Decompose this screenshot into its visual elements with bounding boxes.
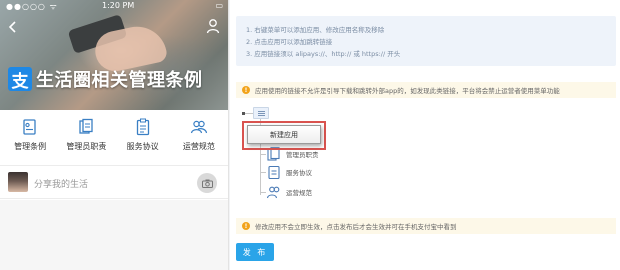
service-agreement-icon xyxy=(268,165,280,180)
phone-preview: ●●○○○ ᯤ 1:20 PM ▭ 支 生活圈相关管理条例 管理条例 管理员职责… xyxy=(0,0,229,270)
tree-node-service-agreement[interactable]: 服务协议 xyxy=(266,164,312,180)
service-agreement-icon xyxy=(136,118,149,136)
back-arrow-icon[interactable] xyxy=(6,20,20,34)
operation-norms-icon xyxy=(190,120,207,134)
admin-duty-icon xyxy=(79,118,94,134)
hero-title-group: 支 生活圈相关管理条例 xyxy=(8,66,203,92)
warning-icon: ! xyxy=(242,222,250,230)
operation-norms-icon xyxy=(266,186,280,199)
menu-item-service-agreement[interactable]: 服务协议 xyxy=(115,112,170,162)
menu-label-admin-duty: 管理员职责 xyxy=(66,142,107,151)
menu-label-rules: 管理条例 xyxy=(14,142,47,151)
camera-button[interactable] xyxy=(197,173,217,193)
tree-node-operation-norms[interactable]: 运营规范 xyxy=(266,184,312,200)
menu-label-service-agreement: 服务协议 xyxy=(126,142,159,151)
tip-line-1: 1. 右键菜单可以添加应用、修改应用名称及移除 xyxy=(246,26,385,34)
share-life-bar[interactable]: 分享我的生活 xyxy=(0,165,228,199)
share-placeholder: 分享我的生活 xyxy=(34,180,89,190)
tree-node-label: 管理员职责 xyxy=(286,151,319,159)
warning-icon: ! xyxy=(242,86,250,94)
rules-icon xyxy=(23,119,36,135)
menu-label-operation-norms: 运营规范 xyxy=(182,142,215,151)
link-policy-notice: ! 应用使用的链接不允许是引导下载和跳转外部app的，如发现此类链接，平台将会禁… xyxy=(236,82,616,98)
menu-item-admin-duty[interactable]: 管理员职责 xyxy=(59,112,114,162)
hero-title: 生活圈相关管理条例 xyxy=(36,70,203,91)
tree-node-label: 服务协议 xyxy=(286,169,312,177)
phone-empty-area xyxy=(0,200,228,270)
menu-item-operation-norms[interactable]: 运营规范 xyxy=(171,112,226,162)
battery-icon: ▭ xyxy=(215,1,223,10)
person-icon[interactable] xyxy=(206,18,220,34)
notice-text-bottom: 修改应用不会立即生效，点击发布后才会生效并可在手机支付宝中看到 xyxy=(255,223,457,231)
phone-menu: 管理条例 管理员职责 服务协议 运营规范 xyxy=(0,112,228,162)
avatar xyxy=(8,172,28,192)
menu-editor-panel: 1. 右键菜单可以添加应用、修改应用名称及移除 2. 点击应用可以添加跳转链接 … xyxy=(230,0,620,270)
signal-indicator: ●●○○○ ᯤ xyxy=(6,2,58,11)
status-bar: ●●○○○ ᯤ 1:20 PM ▭ xyxy=(0,0,228,12)
tip-line-3: 3. 应用链接须以 alipays://、http:// 或 https:// … xyxy=(246,50,401,58)
notice-text-top: 应用使用的链接不允许是引导下载和跳转外部app的，如发现此类链接，平台将会禁止运… xyxy=(255,87,560,95)
alipay-logo-icon: 支 xyxy=(8,67,32,92)
camera-icon xyxy=(201,179,213,188)
tree-node-label: 运营规范 xyxy=(286,189,312,197)
tree-root-menu-button[interactable] xyxy=(253,107,269,119)
status-time: 1:20 PM xyxy=(102,1,135,10)
publish-notice: ! 修改应用不会立即生效，点击发布后才会生效并可在手机支付宝中看到 xyxy=(236,218,616,234)
new-app-menu-item[interactable]: 新建应用 xyxy=(247,125,321,144)
menu-item-rules[interactable]: 管理条例 xyxy=(3,112,58,162)
hero-banner xyxy=(0,0,228,110)
tips-box: 1. 右键菜单可以添加应用、修改应用名称及移除 2. 点击应用可以添加跳转链接 … xyxy=(236,16,616,66)
tip-line-2: 2. 点击应用可以添加跳转链接 xyxy=(246,38,333,46)
publish-button[interactable]: 发 布 xyxy=(236,243,274,261)
